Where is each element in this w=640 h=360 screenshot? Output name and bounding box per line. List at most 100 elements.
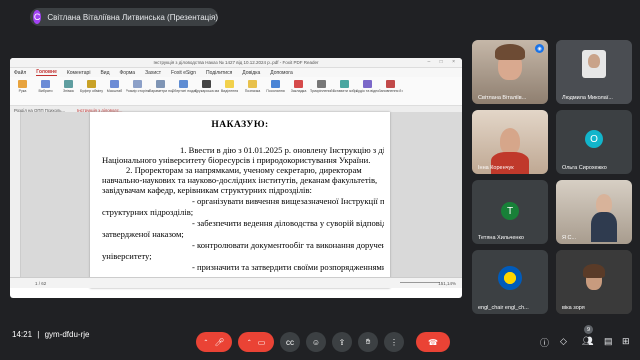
participant-tile[interactable]: Т Тетяна Хильченко [472,180,548,244]
ribbon-tool[interactable]: Масштаб [104,79,125,94]
ribbon-tool[interactable]: Закладка [288,79,309,94]
doc-line: 2. Проректорам за напрямками, ученому се… [126,165,362,175]
info-icon[interactable]: ⓘ [540,336,549,349]
present-icon: ⇪ [338,337,346,347]
more-vert-icon: ⋮ [390,337,398,347]
ribbon-tool[interactable]: Розмір сторінки [125,79,150,94]
reactions-button[interactable]: ☺ [306,332,326,352]
menu-comments[interactable]: Коментарі [67,70,91,76]
participant-tile[interactable]: Я С... [556,180,632,244]
zoom-slider[interactable] [400,282,440,283]
ribbon-tool-label: Аудіо та відео [355,89,380,93]
ribbon-tool[interactable]: Прикріплений файл [309,79,334,94]
participant-tile[interactable]: віка зоря [556,250,632,314]
ribbon-tool[interactable]: Посилання [265,79,286,94]
ribbon-tool[interactable]: Вибрати [35,79,56,94]
ribbon-tool[interactable]: Аудіо та відео [355,79,380,94]
participant-clothes [591,212,617,242]
ribbon-tool[interactable]: Рука [12,79,33,94]
participant-face [588,54,600,68]
people-icon[interactable]: 👥︎ [582,336,593,347]
participant-tile[interactable]: О Ольга Сирохежко [556,110,632,174]
doc-line: завідувачам кафедр, керівникам структурн… [102,185,312,195]
present-button[interactable]: ⇪ [332,332,352,352]
shapes-icon[interactable]: ◇ [560,336,567,347]
activities-icon[interactable]: ⊞ [622,336,630,347]
menu-form[interactable]: Форма [120,70,136,76]
menu-view[interactable]: Вид [100,70,109,76]
participant-face [500,128,520,154]
participant-name: Я С... [562,235,577,241]
ribbon-tool[interactable]: Друкарська машинка [194,79,219,94]
menu-reference[interactable]: Довідка [242,70,260,76]
select-icon [41,80,50,88]
hand-icon [18,80,27,88]
ribbon-tool[interactable]: Заповнення й підпис [379,79,403,94]
zoom-level[interactable]: 151,14% [438,281,456,286]
highlight-icon [225,80,234,88]
participant-name: Тетяна Хильченко [478,235,524,241]
pdf-menubar: Файл Головне Коментарі Вид Форма Захист … [10,68,462,77]
camera-off-icon: ▭ [257,337,266,347]
doc-line: університету; [102,251,152,261]
page-indicator[interactable]: 1 / 62 [35,281,46,286]
doc-line: структурних підрозділів; [102,207,194,217]
mic-toggle-button[interactable]: ⌃ 🎤︎ [196,332,232,352]
participant-count-badge: 9 [584,325,593,334]
ribbon-tool-label: Друкарська машинка [194,89,219,93]
ribbon-tool-label: Прикріплений файл [309,89,334,93]
ribbon-tool-label: Розмір сторінки [125,89,150,93]
camera-toggle-button[interactable]: ⌃ ▭ [238,332,274,352]
ribbon-tool[interactable]: Буфер обміну [80,79,103,94]
menu-help[interactable]: Допомога [270,70,292,76]
ribbon-tool-label: Знімок [63,89,74,93]
meeting-info: 14:21 | gym-dfdu-rje [12,330,89,339]
ribbon-tool[interactable]: Позначка [242,79,263,94]
chat-icon[interactable]: ▤ [604,336,613,347]
doc-line: Національного університету біоресурсів і… [102,155,371,165]
participant-tile[interactable]: Людмила Миколаї... [556,40,632,104]
pdf-statusbar: 1 / 62 151,14% [10,277,462,288]
menu-share[interactable]: Поділитися [206,70,232,76]
menu-esign[interactable]: Foxit eSign [171,70,196,76]
menu-protect[interactable]: Захист [145,70,161,76]
ribbon-tool[interactable]: Виділення [219,79,240,94]
more-options-button[interactable]: ⋮ [384,332,404,352]
ribbon-tool-label: Посилання [266,89,285,93]
ribbon-tool[interactable]: Вставити зображення [333,79,357,94]
ribbon-tool-label: Обертаті подання [171,89,196,93]
participant-tile[interactable]: engl_chair engl_ch... [472,250,548,314]
ribbon-tool[interactable]: Обертаті подання [171,79,196,94]
audio-speaking-icon: ◉ [535,44,544,53]
ribbon-tool[interactable]: Знімок [58,79,79,94]
doc-line: навчально-наукових та науково-дослідних … [102,175,378,185]
navigation-panel[interactable] [10,112,21,288]
presenter-avatar: C [33,10,42,24]
participant-hair [495,44,525,60]
doc-line: - організувати вивчення вищезазначеної І… [192,196,384,206]
presenting-banner[interactable]: C Світлана Віталіївна Литвинська (Презен… [30,8,218,26]
participant-tile[interactable]: Інна Коренчук [472,110,548,174]
mic-off-icon: 🎤︎ [214,337,225,347]
document-viewport[interactable]: НАКАЗУЮ: 1. Ввести в дію з 01.01.2025 р.… [10,112,462,288]
window-controls-icon[interactable]: – □ × [428,59,460,65]
ribbon-tool[interactable]: Параметри подання сторінки [149,79,173,94]
participant-logo [498,266,522,290]
mic-options-chevron-icon[interactable]: ⌃ [203,339,208,346]
participant-tile[interactable]: ◉ Світлана Віталіїв... [472,40,548,104]
captions-button[interactable]: cc [280,332,300,352]
raise-hand-button[interactable]: ✋︎ [358,332,378,352]
attachment-icon [317,80,326,88]
bookmark-icon [294,80,303,88]
meeting-controls-bar: 14:21 | gym-dfdu-rje ⌃ 🎤︎ ⌃ ▭ cc ☺ ⇪ ✋︎ … [0,320,640,360]
ribbon-tool-label: Закладка [290,89,307,93]
menu-file[interactable]: Файл [14,70,26,76]
captions-icon: cc [286,337,294,347]
leave-call-button[interactable]: ☎︎ [416,332,450,352]
camera-options-chevron-icon[interactable]: ⌃ [247,339,252,346]
typewriter-icon [202,80,211,88]
participant-avatar: Т [501,202,519,220]
menu-home[interactable]: Головне [36,69,57,76]
ribbon-tool-label: Масштаб [106,89,123,93]
pdf-ribbon-toolbar: Рука Вибрати Знімок Буфер обміну Масштаб Розм… [10,77,462,106]
